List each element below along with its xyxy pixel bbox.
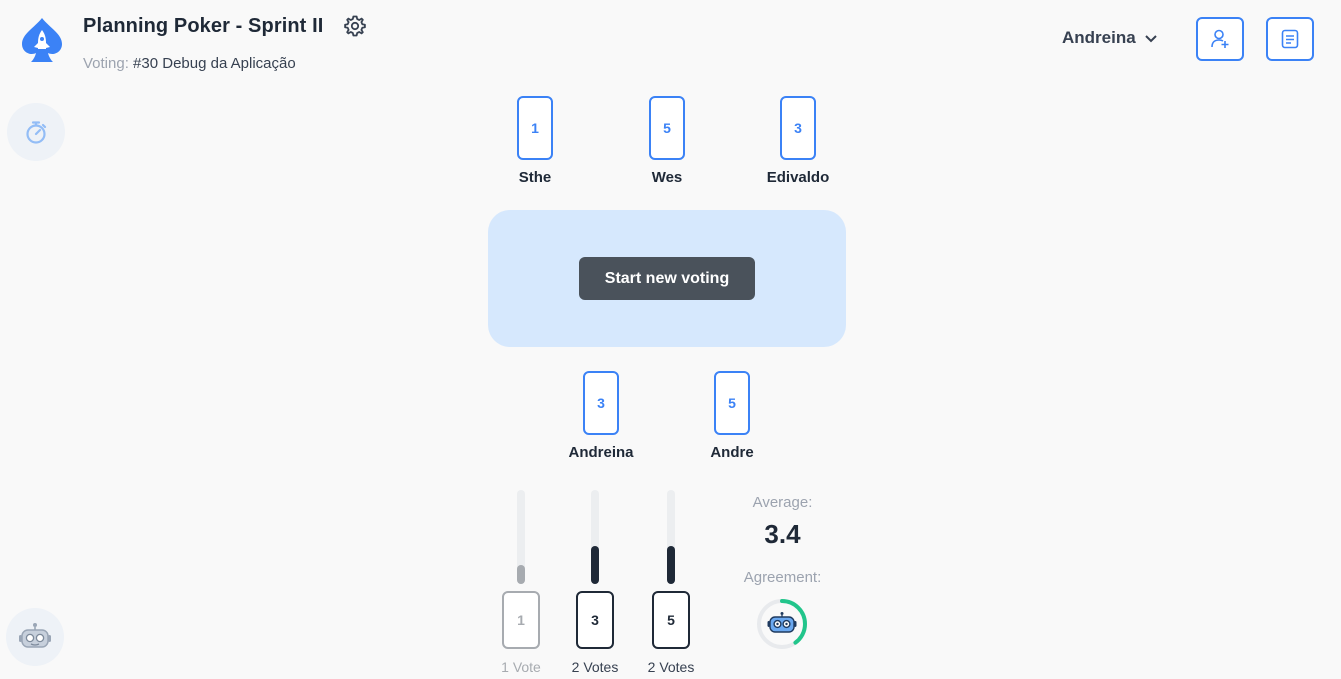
result-card: 5	[652, 591, 690, 649]
invite-players-button[interactable]	[1196, 17, 1244, 61]
vote-bar-fill	[591, 546, 599, 584]
player-card: 3	[583, 371, 619, 435]
player-name: Andreina	[568, 444, 634, 461]
result-card: 3	[576, 591, 614, 649]
agreement-label: Agreement:	[743, 569, 822, 586]
robot-assistant-button[interactable]	[6, 608, 64, 666]
current-voting-issue: Voting: #30 Debug da Aplicação	[83, 55, 296, 72]
vote-bar-fill	[667, 546, 675, 584]
timer-button[interactable]	[7, 103, 65, 161]
add-user-icon	[1211, 29, 1229, 48]
vote-bar-fill	[517, 565, 525, 584]
user-name: Andreina	[1062, 28, 1136, 47]
player-name: Andre	[710, 444, 754, 461]
player-card: 1	[517, 96, 553, 160]
page-title: Planning Poker - Sprint II	[83, 15, 324, 37]
voting-issue-title: #30 Debug da Aplicação	[133, 55, 296, 72]
vote-count: 2 Votes	[647, 659, 695, 675]
result-card: 1	[502, 591, 540, 649]
issues-list-button[interactable]	[1266, 17, 1314, 61]
vote-bar-track	[667, 490, 675, 584]
player-card: 3	[780, 96, 816, 160]
voting-label: Voting:	[83, 55, 129, 72]
chevron-down-icon	[1144, 35, 1157, 43]
player-card: 5	[714, 371, 750, 435]
player-name: Edivaldo	[766, 169, 830, 186]
timer-icon	[26, 121, 47, 144]
average-label: Average:	[752, 494, 813, 511]
agreement-gauge	[755, 597, 809, 651]
start-new-voting-button[interactable]: Start new voting	[579, 257, 755, 300]
gear-icon[interactable]	[343, 14, 367, 38]
app-logo-icon	[18, 16, 66, 64]
vote-count: 1 Vote	[501, 659, 541, 675]
vote-bar-track	[517, 490, 525, 584]
user-menu-dropdown[interactable]: Andreina	[1062, 28, 1158, 48]
average-value: 3.4	[764, 519, 801, 549]
vote-bar-track	[591, 490, 599, 584]
vote-count: 2 Votes	[571, 659, 619, 675]
player-name: Wes	[651, 169, 683, 186]
player-card: 5	[649, 96, 685, 160]
player-name: Sthe	[518, 169, 552, 186]
document-list-icon	[1281, 29, 1299, 49]
robot-icon	[767, 612, 797, 633]
robot-icon	[19, 623, 51, 648]
